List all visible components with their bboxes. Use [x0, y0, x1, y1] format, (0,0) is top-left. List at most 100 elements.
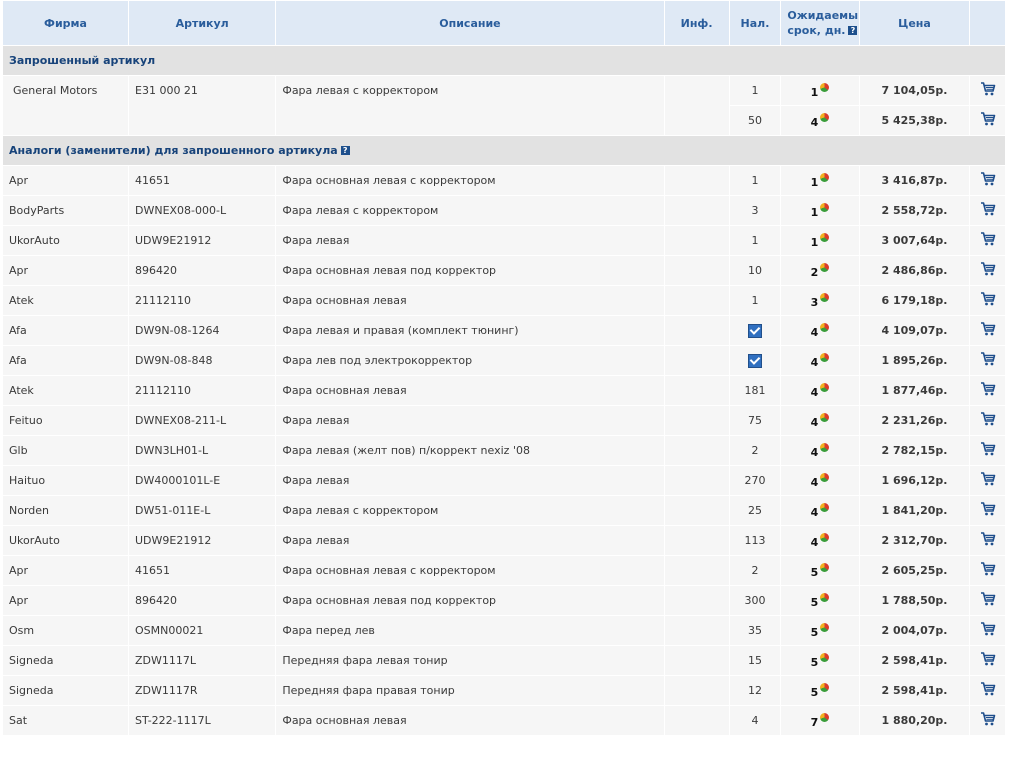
pie-chart-icon[interactable] — [820, 352, 830, 362]
shopping-cart-icon[interactable] — [980, 502, 996, 516]
article-cell: OSMN00021 — [129, 616, 276, 645]
firm-link[interactable]: Osm — [3, 616, 128, 645]
col-price-header[interactable]: Цена — [859, 1, 970, 45]
pie-chart-icon[interactable] — [820, 682, 830, 692]
help-icon[interactable]: ? — [340, 146, 350, 155]
col-firm-header[interactable]: Фирма — [3, 1, 128, 45]
add-to-cart-button[interactable] — [970, 646, 1005, 675]
pie-chart-icon[interactable] — [820, 232, 830, 242]
info-cell — [664, 166, 729, 195]
firm-link[interactable]: Apr — [3, 166, 128, 195]
description-cell: Фара основная левая с корректором — [276, 166, 664, 195]
firm-link[interactable]: Afa — [3, 346, 128, 375]
shopping-cart-icon[interactable] — [980, 682, 996, 696]
add-to-cart-button[interactable] — [970, 106, 1005, 135]
price-cell: 2 312,70р. — [859, 526, 970, 555]
pie-chart-icon[interactable] — [820, 172, 830, 182]
firm-link[interactable]: Glb — [3, 436, 128, 465]
firm-link[interactable]: Afa — [3, 316, 128, 345]
firm-link[interactable]: Apr — [3, 586, 128, 615]
shopping-cart-icon[interactable] — [980, 172, 996, 186]
pie-chart-icon[interactable] — [820, 262, 830, 272]
shopping-cart-icon[interactable] — [980, 382, 996, 396]
pie-chart-icon[interactable] — [820, 322, 830, 332]
pie-chart-icon[interactable] — [820, 412, 830, 422]
col-description-header[interactable]: Описание — [276, 1, 664, 45]
pie-chart-icon[interactable] — [820, 592, 830, 602]
add-to-cart-button[interactable] — [970, 676, 1005, 705]
help-icon[interactable]: ? — [848, 26, 858, 35]
pie-chart-icon[interactable] — [820, 622, 830, 632]
add-to-cart-button[interactable] — [970, 196, 1005, 225]
pie-chart-icon[interactable] — [820, 532, 830, 542]
firm-link[interactable]: Apr — [3, 556, 128, 585]
shopping-cart-icon[interactable] — [980, 292, 996, 306]
price-cell: 1 880,20р. — [859, 706, 970, 735]
table-row: BodyParts DWNEX08-000-L Фара левая с корре… — [3, 196, 1005, 225]
shopping-cart-icon[interactable] — [980, 442, 996, 456]
add-to-cart-button[interactable] — [970, 376, 1005, 405]
firm-link[interactable]: Norden — [3, 496, 128, 525]
firm-link[interactable]: UkorAuto — [3, 226, 128, 255]
pie-chart-icon[interactable] — [820, 652, 830, 662]
pie-chart-icon[interactable] — [820, 382, 830, 392]
add-to-cart-button[interactable] — [970, 586, 1005, 615]
expected-line1: Ожидаемый — [787, 9, 859, 22]
add-to-cart-button[interactable] — [970, 286, 1005, 315]
firm-link[interactable]: Atek — [3, 376, 128, 405]
shopping-cart-icon[interactable] — [980, 712, 996, 726]
shopping-cart-icon[interactable] — [980, 562, 996, 576]
firm-link[interactable]: Signeda — [3, 676, 128, 705]
pie-chart-icon[interactable] — [820, 442, 830, 452]
add-to-cart-button[interactable] — [970, 76, 1005, 105]
shopping-cart-icon[interactable] — [980, 232, 996, 246]
shopping-cart-icon[interactable] — [980, 532, 996, 546]
shopping-cart-icon[interactable] — [980, 352, 996, 366]
days-cell: 4 — [781, 316, 859, 345]
shopping-cart-icon[interactable] — [980, 412, 996, 426]
shopping-cart-icon[interactable] — [980, 622, 996, 636]
pie-chart-icon[interactable] — [820, 202, 830, 212]
pie-chart-icon[interactable] — [820, 562, 830, 572]
add-to-cart-button[interactable] — [970, 556, 1005, 585]
firm-link[interactable]: BodyParts — [3, 196, 128, 225]
shopping-cart-icon[interactable] — [980, 262, 996, 276]
firm-link[interactable]: Haituo — [3, 466, 128, 495]
shopping-cart-icon[interactable] — [980, 652, 996, 666]
pie-chart-icon[interactable] — [820, 502, 830, 512]
col-article-header[interactable]: Артикул — [129, 1, 276, 45]
firm-link[interactable]: Feituo — [3, 406, 128, 435]
add-to-cart-button[interactable] — [970, 466, 1005, 495]
pie-chart-icon[interactable] — [820, 82, 830, 92]
firm-link[interactable]: Atek — [3, 286, 128, 315]
pie-chart-icon[interactable] — [820, 292, 830, 302]
add-to-cart-button[interactable] — [970, 406, 1005, 435]
add-to-cart-button[interactable] — [970, 526, 1005, 555]
add-to-cart-button[interactable] — [970, 706, 1005, 735]
shopping-cart-icon[interactable] — [980, 202, 996, 216]
col-stock-header[interactable]: Нал. — [729, 1, 781, 45]
col-expected-header[interactable]: Ожидаемый срок, дн.? — [781, 1, 859, 45]
article-cell: ST-222-1117L — [129, 706, 276, 735]
firm-link[interactable]: Signeda — [3, 646, 128, 675]
shopping-cart-icon[interactable] — [980, 322, 996, 336]
add-to-cart-button[interactable] — [970, 496, 1005, 525]
shopping-cart-icon[interactable] — [980, 82, 996, 96]
pie-chart-icon[interactable] — [820, 712, 830, 722]
add-to-cart-button[interactable] — [970, 436, 1005, 465]
firm-link[interactable]: UkorAuto — [3, 526, 128, 555]
add-to-cart-button[interactable] — [970, 316, 1005, 345]
firm-link[interactable]: Sat — [3, 706, 128, 735]
firm-link[interactable]: Apr — [3, 256, 128, 285]
shopping-cart-icon[interactable] — [980, 112, 996, 126]
shopping-cart-icon[interactable] — [980, 592, 996, 606]
shopping-cart-icon[interactable] — [980, 472, 996, 486]
requested-firm[interactable]: General Motors — [3, 76, 128, 135]
add-to-cart-button[interactable] — [970, 226, 1005, 255]
add-to-cart-button[interactable] — [970, 346, 1005, 375]
pie-chart-icon[interactable] — [820, 472, 830, 482]
add-to-cart-button[interactable] — [970, 166, 1005, 195]
add-to-cart-button[interactable] — [970, 616, 1005, 645]
add-to-cart-button[interactable] — [970, 256, 1005, 285]
pie-chart-icon[interactable] — [820, 112, 830, 122]
